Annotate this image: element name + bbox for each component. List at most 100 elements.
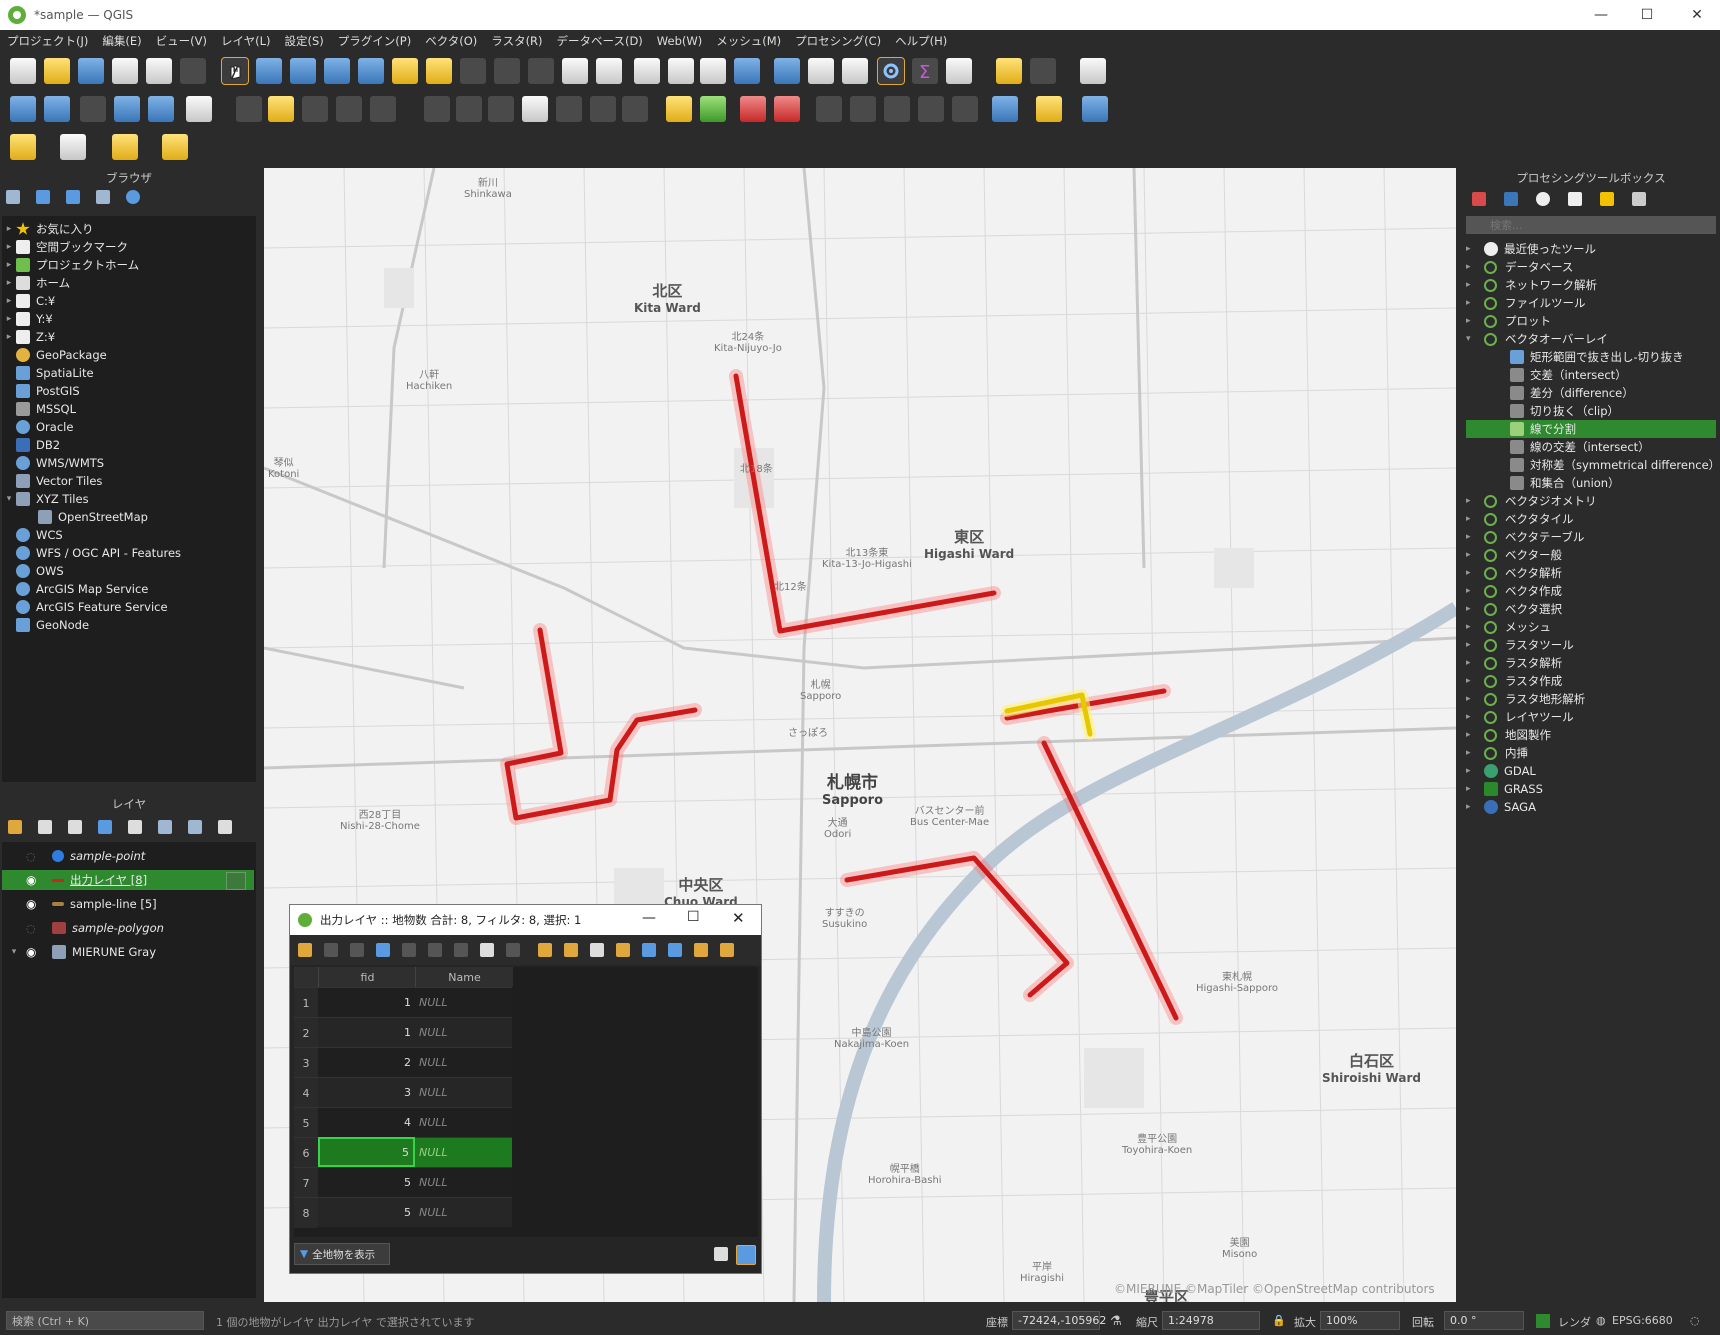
browser-item-ows[interactable]: OWS: [2, 562, 64, 580]
proc-group-raster-creation[interactable]: ▸ ラスタ作成: [1466, 672, 1562, 690]
cell-fid[interactable]: 1: [318, 987, 415, 1017]
proc-group-raster-analysis[interactable]: ▸ ラスタ解析: [1466, 654, 1562, 672]
cell-name[interactable]: NULL: [415, 1107, 512, 1137]
show-hide-labels-icon[interactable]: [774, 96, 800, 122]
proc-group-vector-table[interactable]: ▸ ベクタテーブル: [1466, 528, 1584, 546]
cut-icon[interactable]: [454, 943, 468, 957]
zoom-to-selected-icon[interactable]: [720, 943, 734, 957]
layer-indicator-icon[interactable]: [226, 872, 246, 890]
render-checkbox[interactable]: [1536, 1314, 1550, 1328]
proc-group-raster-tools[interactable]: ▸ ラスタツール: [1466, 636, 1574, 654]
form-view-icon[interactable]: [714, 1247, 728, 1261]
menu-settings[interactable]: 設定(S): [278, 33, 331, 49]
lock-scale-icon[interactable]: 🔒: [1272, 1314, 1286, 1327]
manage-map-themes-icon[interactable]: [68, 820, 82, 834]
cell-fid[interactable]: 5: [318, 1137, 415, 1167]
rotate-label-icon[interactable]: [850, 96, 876, 122]
menu-project[interactable]: プロジェクト(J): [0, 33, 95, 49]
redo-icon[interactable]: [622, 96, 648, 122]
close-button[interactable]: ✕: [1674, 0, 1720, 30]
move-selection-to-top-icon[interactable]: [668, 943, 682, 957]
cell-fid[interactable]: 2: [318, 1047, 415, 1077]
browser-item-oracle[interactable]: Oracle: [2, 418, 73, 436]
row-header[interactable]: 6: [294, 1137, 318, 1168]
results-viewer-icon[interactable]: [1568, 192, 1582, 206]
layer-sample-polygon[interactable]: ◌ sample-polygon: [2, 919, 164, 937]
proc-group-vector-overlay[interactable]: ▾ ベクタオーバーレイ: [1466, 330, 1608, 348]
change-label-icon[interactable]: [884, 96, 910, 122]
close-button[interactable]: ✕: [732, 909, 745, 927]
paste-icon[interactable]: [506, 943, 520, 957]
style-manager-icon[interactable]: [180, 58, 206, 84]
proc-group-database[interactable]: ▸ データベース: [1466, 258, 1573, 276]
browser-item-drive-z[interactable]: ▸ Z:¥: [2, 328, 55, 346]
refresh-icon[interactable]: [734, 58, 760, 84]
column-header-fid[interactable]: fid: [318, 967, 416, 987]
cell-name[interactable]: NULL: [415, 1167, 512, 1197]
proc-group-raster-terrain[interactable]: ▸ ラスタ地形解析: [1466, 690, 1585, 708]
cell-fid[interactable]: 5: [318, 1167, 415, 1197]
add-selected-layers-icon[interactable]: [6, 190, 20, 204]
browser-item-vector-tiles[interactable]: Vector Tiles: [2, 472, 102, 490]
browser-item-drive-c[interactable]: ▸ C:¥: [2, 292, 55, 310]
processing-search-input[interactable]: [1466, 216, 1716, 234]
models-icon[interactable]: [1472, 192, 1486, 206]
zoom-last-icon[interactable]: [494, 58, 520, 84]
proc-group-saga[interactable]: ▸ SAGA: [1466, 798, 1536, 816]
identify-features-icon[interactable]: [774, 58, 800, 84]
new-scratch-layer-icon[interactable]: [148, 96, 174, 122]
proc-group-vector-selection[interactable]: ▸ ベクタ選択: [1466, 600, 1562, 618]
browser-item-spatialite[interactable]: SpatiaLite: [2, 364, 94, 382]
save-project-icon[interactable]: [78, 58, 104, 84]
proc-tool-extract-clip-extent[interactable]: 矩形範囲で抜き出し-切り抜き: [1510, 348, 1684, 366]
browser-item-arcgis-feature-service[interactable]: ArcGIS Feature Service: [2, 598, 168, 616]
browser-item-db2[interactable]: DB2: [2, 436, 60, 454]
delete-feature-icon[interactable]: [428, 943, 442, 957]
settings-gear-icon[interactable]: [1030, 58, 1056, 84]
select-by-expression-icon[interactable]: [538, 943, 552, 957]
new-print-layout-icon[interactable]: [112, 58, 138, 84]
maximize-button[interactable]: ☐: [687, 909, 700, 925]
remove-layer-icon[interactable]: [218, 820, 232, 834]
cell-name[interactable]: NULL: [415, 1197, 512, 1227]
cell-name[interactable]: NULL: [415, 987, 512, 1017]
current-edits-icon[interactable]: [236, 96, 262, 122]
new-geopackage-layer-icon[interactable]: [44, 96, 70, 122]
proc-group-layer-tools[interactable]: ▸ レイヤツール: [1466, 708, 1574, 726]
digitize-icon[interactable]: [114, 96, 140, 122]
proc-tool-difference[interactable]: 差分（difference）: [1510, 384, 1634, 402]
proc-group-plots[interactable]: ▸ プロット: [1466, 312, 1551, 330]
menu-mesh[interactable]: メッシュ(M): [709, 33, 788, 49]
refresh-icon[interactable]: [36, 190, 50, 204]
undo-icon[interactable]: [590, 96, 616, 122]
menu-view[interactable]: ビュー(V): [149, 33, 214, 49]
proc-tool-intersect[interactable]: 交差（intersect）: [1510, 366, 1627, 384]
rotation-field[interactable]: 0.0 °: [1444, 1311, 1524, 1330]
collapse-all-icon[interactable]: [96, 190, 110, 204]
menu-raster[interactable]: ラスタ(R): [484, 33, 549, 49]
browser-item-wcs[interactable]: WCS: [2, 526, 63, 544]
visibility-visible-icon[interactable]: ◉: [26, 897, 42, 911]
zoom-full-icon[interactable]: [358, 58, 384, 84]
filter-legend-icon[interactable]: [98, 820, 112, 834]
select-by-value-icon[interactable]: [60, 134, 86, 160]
layer-mierune-gray[interactable]: ▾ ◉ MIERUNE Gray: [2, 943, 156, 961]
coordinate-field[interactable]: -72424,-105962: [1012, 1311, 1106, 1330]
callout-icon[interactable]: [952, 96, 978, 122]
add-group-icon[interactable]: [38, 820, 52, 834]
label-toolbar-icon[interactable]: [666, 96, 692, 122]
browser-item-wms-wmts[interactable]: WMS/WMTS: [2, 454, 104, 472]
cell-name[interactable]: NULL: [415, 1017, 512, 1047]
show-bookmarks-icon[interactable]: [668, 58, 694, 84]
filter-by-expression-icon[interactable]: [128, 820, 142, 834]
proc-tool-line-intersections[interactable]: 線の交差（intersect）: [1510, 438, 1650, 456]
statistical-summary-icon[interactable]: [842, 58, 868, 84]
row-header[interactable]: 5: [294, 1107, 318, 1138]
open-project-icon[interactable]: [44, 58, 70, 84]
zoom-native-icon[interactable]: [460, 58, 486, 84]
cell-name[interactable]: NULL: [415, 1077, 512, 1107]
table-view-icon[interactable]: [736, 1245, 756, 1265]
toggle-editing-icon[interactable]: [298, 943, 312, 957]
proc-group-cartography[interactable]: ▸ 地図製作: [1466, 726, 1551, 744]
edit-features-in-place-icon[interactable]: [1600, 192, 1614, 206]
